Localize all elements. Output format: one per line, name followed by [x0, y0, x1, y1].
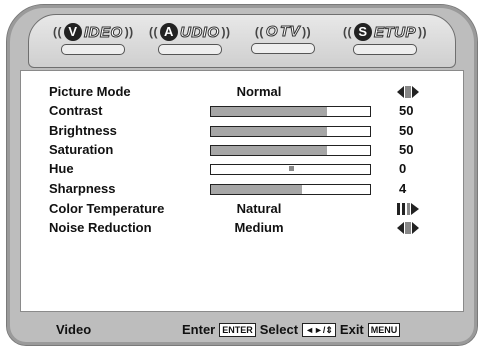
- tab-setup-indicator: [353, 44, 417, 55]
- saturation-slider-fill: [211, 146, 328, 155]
- contrast-label: Contrast: [49, 103, 103, 118]
- color-temperature-label: Color Temperature: [49, 201, 165, 216]
- brightness-slider-fill: [211, 127, 328, 136]
- footer-section-label: Video: [56, 322, 92, 337]
- tab-tv[interactable]: (( O TV )): [251, 23, 315, 57]
- contrast-slider-fill: [211, 107, 328, 116]
- exit-text: Exit: [339, 322, 364, 337]
- picture-mode-label: Picture Mode: [49, 84, 131, 99]
- tab-video-indicator: [61, 44, 126, 55]
- enter-key: ENTER: [219, 322, 256, 337]
- select-key: ◄►/⇕: [302, 322, 336, 337]
- noise-reduction-value: Medium: [234, 220, 284, 235]
- settings-panel: Picture Mode Normal Contrast 50 Brightne…: [20, 70, 464, 312]
- tab-video-text: IDEO: [84, 23, 123, 41]
- tab-tv-indicator: [251, 43, 315, 54]
- hue-slider-marker: [288, 166, 294, 171]
- brightness-label: Brightness: [49, 123, 117, 138]
- select-text: Select: [259, 322, 299, 337]
- tab-tv-text: TV: [279, 23, 301, 41]
- tab-audio[interactable]: (( A UDIO )): [149, 23, 231, 57]
- tab-bar: (( V IDEO )) (( A UDIO )) (( O TV )) ((…: [28, 14, 456, 68]
- tab-setup-text: ETUP: [373, 23, 417, 41]
- contrast-slider[interactable]: [210, 106, 371, 117]
- row-sharpness[interactable]: Sharpness 4: [21, 180, 463, 198]
- tab-close-paren: )): [418, 25, 428, 39]
- tab-setup-label: (( S ETUP )): [343, 23, 427, 41]
- saturation-slider[interactable]: [210, 145, 371, 156]
- tab-open-paren: ((: [53, 25, 62, 39]
- tab-open-paren: ((: [343, 25, 352, 39]
- contrast-value: 50: [399, 103, 414, 118]
- picture-mode-value: Normal: [236, 84, 282, 99]
- tab-audio-badge: A: [160, 23, 178, 41]
- tab-video-label: (( V IDEO )): [53, 23, 134, 41]
- row-picture-mode[interactable]: Picture Mode Normal: [21, 83, 463, 101]
- tv-osd-menu: (( V IDEO )) (( A UDIO )) (( O TV )) ((…: [0, 0, 482, 347]
- hue-value: 0: [399, 161, 407, 176]
- sharpness-slider-fill: [211, 185, 302, 194]
- tab-audio-text: UDIO: [180, 23, 220, 41]
- tab-close-paren: )): [124, 25, 134, 39]
- brightness-slider[interactable]: [210, 126, 371, 137]
- tab-setup-badge: S: [354, 23, 372, 41]
- row-hue[interactable]: Hue 0: [21, 160, 463, 178]
- tab-open-paren: ((: [254, 24, 264, 39]
- enter-text: Enter: [182, 322, 216, 337]
- left-right-arrows-icon[interactable]: [397, 86, 419, 98]
- tab-tv-label: (( O TV )): [254, 23, 312, 41]
- brightness-value: 50: [399, 123, 414, 138]
- sharpness-value: 4: [399, 181, 407, 196]
- saturation-value: 50: [399, 142, 414, 157]
- footer-bar: Video Enter ENTER Select ◄►/⇕ Exit MENU: [30, 318, 450, 340]
- hue-slider[interactable]: [210, 164, 371, 175]
- tab-close-paren: )): [221, 25, 231, 39]
- footer-help: Enter ENTER Select ◄►/⇕ Exit MENU: [182, 322, 401, 337]
- sharpness-label: Sharpness: [49, 181, 116, 196]
- tab-close-paren: )): [302, 24, 312, 39]
- menu-key: MENU: [367, 322, 401, 337]
- row-noise-reduction[interactable]: Noise Reduction Medium: [21, 219, 463, 237]
- tab-setup[interactable]: (( S ETUP )): [343, 23, 427, 57]
- saturation-label: Saturation: [49, 142, 114, 157]
- row-saturation[interactable]: Saturation 50: [21, 141, 463, 159]
- noise-reduction-label: Noise Reduction: [49, 220, 152, 235]
- tab-audio-indicator: [157, 44, 222, 55]
- right-arrow-bars-icon[interactable]: [397, 203, 419, 215]
- row-contrast[interactable]: Contrast 50: [21, 102, 463, 120]
- tab-video[interactable]: (( V IDEO )): [53, 23, 134, 57]
- tab-audio-label: (( A UDIO )): [149, 23, 231, 41]
- row-color-temperature[interactable]: Color Temperature Natural: [21, 200, 463, 218]
- row-brightness[interactable]: Brightness 50: [21, 122, 463, 140]
- tab-tv-badge: O: [265, 23, 278, 41]
- tab-video-badge: V: [64, 23, 82, 41]
- tab-open-paren: ((: [149, 25, 158, 39]
- color-temperature-value: Natural: [236, 201, 282, 216]
- sharpness-slider[interactable]: [210, 184, 371, 195]
- hue-label: Hue: [49, 161, 74, 176]
- left-right-arrows-icon[interactable]: [397, 222, 419, 234]
